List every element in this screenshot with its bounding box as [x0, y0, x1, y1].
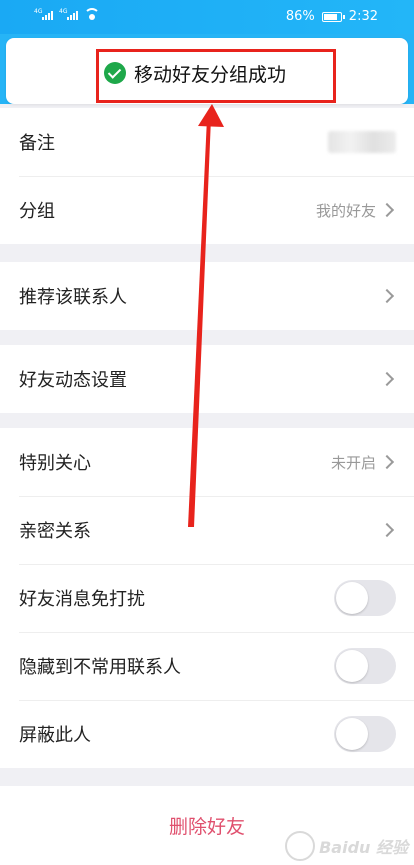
chevron-right-icon [379, 522, 395, 538]
row-intimate-relation[interactable]: 亲密关系 [0, 496, 414, 564]
signal-icon: 4G [34, 8, 53, 20]
signal-icon-2: 4G [59, 8, 78, 20]
row-label: 特别关心 [19, 453, 91, 474]
chevron-right-icon [379, 371, 395, 387]
row-do-not-disturb: 好友消息免打扰 [0, 564, 414, 632]
signal-indicators: 4G 4G [34, 8, 100, 20]
row-label: 屏蔽此人 [19, 725, 91, 746]
row-hide-contact: 隐藏到不常用联系人 [0, 632, 414, 700]
row-label: 亲密关系 [19, 521, 91, 542]
chevron-right-icon [379, 202, 395, 218]
status-right: 86% 2:32 [286, 9, 378, 24]
status-bar: 4G 4G 86% 2:32 [0, 0, 414, 34]
do-not-disturb-toggle[interactable] [334, 580, 396, 616]
row-remark[interactable]: 备注 [0, 108, 414, 176]
row-label: 隐藏到不常用联系人 [19, 657, 181, 678]
wifi-icon [84, 8, 100, 20]
row-label: 分组 [19, 201, 55, 222]
row-friend-feed-settings[interactable]: 好友动态设置 [0, 345, 414, 413]
delete-friend-label: 删除好友 [168, 816, 245, 838]
watermark-text: Baidu 经验 [319, 838, 408, 857]
settings-group-1: 备注 分组 我的好友 [0, 108, 414, 244]
row-special-care[interactable]: 特别关心 未开启 [0, 428, 414, 496]
clock: 2:32 [348, 9, 378, 24]
row-value: 我的好友 [315, 201, 376, 220]
paw-logo-icon [285, 831, 316, 861]
remark-value-blurred [328, 131, 396, 153]
chevron-right-icon [379, 454, 395, 470]
battery-icon [321, 11, 345, 22]
settings-group-4: 特别关心 未开启 亲密关系 好友消息免打扰 隐藏到不常用联系人 屏蔽此人 [0, 428, 414, 768]
hide-contact-toggle[interactable] [334, 648, 396, 684]
row-label: 备注 [19, 133, 55, 154]
watermark: Baidu 经验 [285, 831, 408, 861]
battery-percent: 86% [285, 9, 315, 24]
row-value: 未开启 [330, 453, 376, 472]
row-label: 好友动态设置 [19, 370, 127, 391]
row-group[interactable]: 分组 我的好友 [0, 176, 414, 244]
settings-group-2: 推荐该联系人 [0, 262, 414, 330]
row-label: 推荐该联系人 [19, 287, 127, 308]
row-recommend-contact[interactable]: 推荐该联系人 [0, 262, 414, 330]
row-block-person: 屏蔽此人 [0, 700, 414, 768]
annotation-highlight-box [96, 49, 336, 103]
chevron-right-icon [379, 288, 395, 304]
row-label: 好友消息免打扰 [19, 589, 145, 610]
block-person-toggle[interactable] [334, 716, 396, 752]
settings-group-3: 好友动态设置 [0, 345, 414, 413]
